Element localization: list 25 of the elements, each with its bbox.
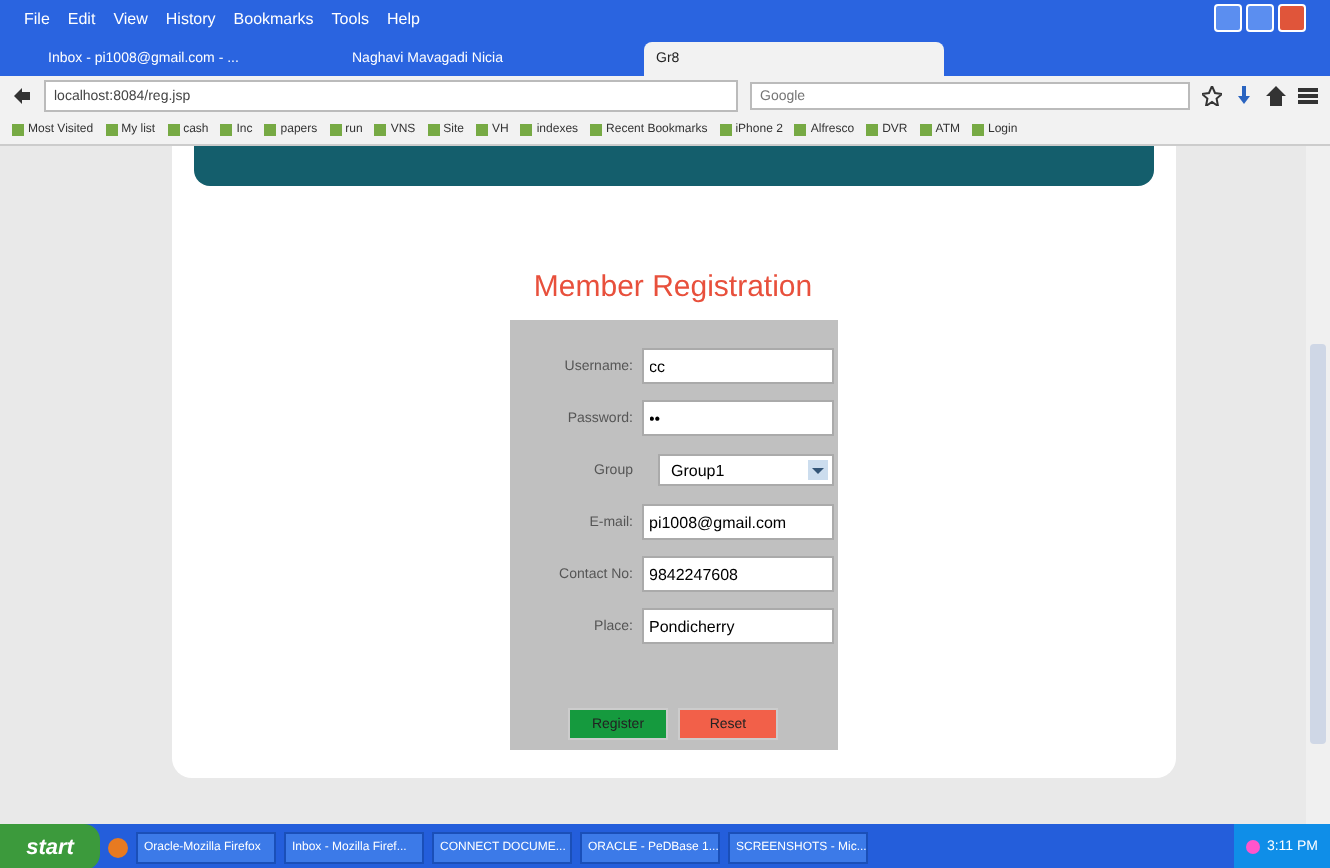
text-field[interactable]: pi1008@gmail.com — [641, 504, 833, 540]
group-dropdown[interactable]: Group1 — [657, 454, 833, 486]
back-icon[interactable] — [12, 86, 32, 106]
minimize-icon[interactable] — [1214, 4, 1242, 32]
close-icon[interactable] — [1278, 4, 1306, 32]
menu-item[interactable]: Edit — [67, 9, 96, 27]
star-icon[interactable] — [1202, 86, 1222, 106]
text-field[interactable]: Pondicherry — [641, 608, 833, 644]
scrollbar[interactable] — [1306, 146, 1330, 824]
menu-item[interactable]: Tools — [331, 9, 369, 27]
password-field[interactable]: •• — [641, 400, 833, 436]
menu-item[interactable]: History — [165, 9, 216, 27]
home-icon[interactable] — [1266, 86, 1286, 106]
text-field[interactable]: 9842247608 — [641, 556, 833, 592]
browser-icon[interactable] — [108, 837, 128, 857]
maximize-icon[interactable] — [1246, 4, 1274, 32]
menu-item[interactable]: Bookmarks — [233, 9, 314, 27]
text-field[interactable]: cc — [641, 348, 833, 384]
start-button[interactable]: start — [0, 824, 100, 868]
download-icon[interactable] — [1234, 86, 1254, 106]
menu-item[interactable]: Help — [386, 9, 420, 27]
page-title: Member Registration — [533, 270, 813, 304]
menu-item[interactable]: File — [24, 9, 50, 27]
menu-icon[interactable] — [1298, 86, 1318, 106]
menu-item[interactable]: View — [113, 9, 148, 27]
